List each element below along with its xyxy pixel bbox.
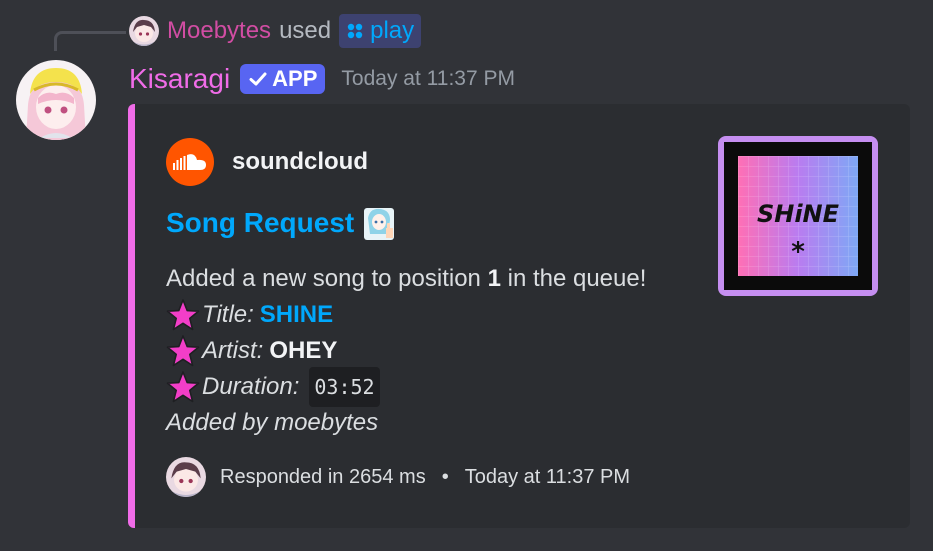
provider-name[interactable]: soundcloud xyxy=(232,148,368,176)
added-by-text: Added by moebytes xyxy=(166,409,379,436)
embed-title-text[interactable]: Song Request xyxy=(166,207,354,239)
pink-star-icon xyxy=(166,335,200,367)
footer-timestamp: Today at 11:37 PM xyxy=(464,465,631,488)
embed-title[interactable]: Song Request xyxy=(166,204,398,242)
embed-footer: Responded in 2654 ms • Today at 11:37 PM xyxy=(166,457,630,497)
embed-provider: soundcloud xyxy=(166,138,368,186)
pink-star-icon xyxy=(166,299,200,331)
embed-description: Added a new song to position 1 in the qu… xyxy=(166,261,646,441)
reply-context[interactable]: Moebytes used play xyxy=(129,14,422,48)
command-icon xyxy=(347,23,363,39)
duration-code: 03:52 xyxy=(309,367,380,407)
song-title-link[interactable]: SHINE xyxy=(260,297,333,333)
reply-connector xyxy=(54,31,126,51)
app-badge: APP xyxy=(240,64,326,94)
footer-separator: • xyxy=(441,465,449,488)
reply-used-label: used xyxy=(279,17,332,44)
bot-avatar[interactable] xyxy=(16,60,96,140)
song-thumbnail[interactable]: SHiNE * xyxy=(718,136,878,296)
queue-position-line: Added a new song to position 1 in the qu… xyxy=(166,261,646,297)
field-duration-label: Duration: xyxy=(202,373,300,400)
pink-star-icon xyxy=(166,371,200,403)
discord-message: Moebytes used play Kisaragi APP Today at… xyxy=(0,0,933,551)
music-embed: soundcloud Song Request Added a new song… xyxy=(128,104,910,528)
app-badge-label: APP xyxy=(272,66,318,91)
message-timestamp[interactable]: Today at 11:37 PM xyxy=(341,67,515,91)
verified-check-icon xyxy=(249,72,267,86)
bot-username[interactable]: Kisaragi xyxy=(129,63,230,95)
thumbnail-title-text: SHiNE xyxy=(757,200,840,228)
slash-command-chip[interactable]: play xyxy=(339,14,422,48)
artist-name: OHEY xyxy=(269,337,338,364)
message-header: Kisaragi APP Today at 11:37 PM xyxy=(129,60,515,98)
reply-user-avatar[interactable] xyxy=(129,16,159,46)
slash-command-name: play xyxy=(370,17,415,44)
svg-text:*: * xyxy=(791,237,805,267)
field-artist-label: Artist: xyxy=(202,337,264,364)
queue-text-prefix: Added a new song to position xyxy=(166,265,481,292)
footer-text: Responded in 2654 ms xyxy=(220,465,426,488)
queue-position: 1 xyxy=(487,265,501,292)
thumbs-up-emoji-icon xyxy=(364,208,395,240)
field-duration: Duration: 03:52 xyxy=(166,367,646,407)
queue-text-suffix: in the queue! xyxy=(507,265,647,292)
reply-username[interactable]: Moebytes xyxy=(167,17,271,45)
field-title-label: Title: xyxy=(202,301,254,328)
field-title: Title: SHINE xyxy=(166,297,646,333)
field-artist: Artist: OHEY xyxy=(166,333,646,369)
footer-user-avatar xyxy=(166,457,206,497)
soundcloud-icon xyxy=(166,138,214,186)
